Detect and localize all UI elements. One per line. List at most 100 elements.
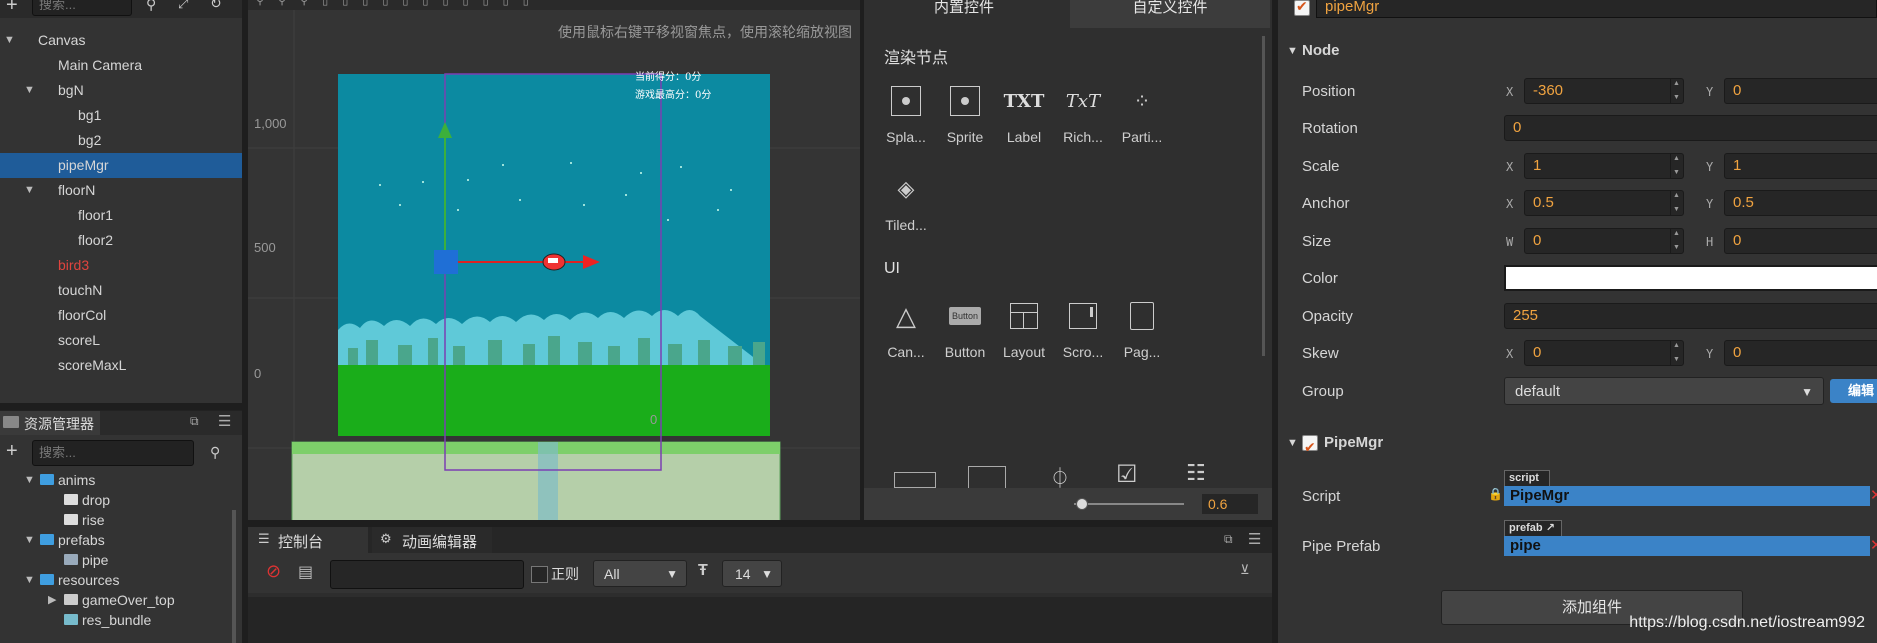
triangle-down-icon[interactable]: ▼ [4,28,15,53]
zoom-slider-track[interactable] [1074,503,1184,505]
rotation-field[interactable]: 0 [1504,115,1877,141]
panel-divider[interactable] [1272,0,1278,643]
search-icon[interactable]: ⚲ [146,0,156,13]
tree-node[interactable]: Main Camera [0,53,242,78]
asset-item[interactable]: drop [0,490,232,510]
regex-checkbox[interactable] [531,566,548,583]
widget-item[interactable]: Pag... [1112,298,1172,360]
position-x-field[interactable]: -360 [1524,78,1684,104]
tree-node[interactable]: floor2 [0,228,242,253]
widget-item[interactable]: Sprite [935,83,995,145]
add-asset-icon[interactable]: + [6,440,18,463]
assets-scrollbar[interactable] [232,510,236,643]
clear-icon[interactable]: ⊘ [266,561,281,582]
widget-item[interactable]: ⁘ Parti... [1112,83,1172,146]
clear-prefab-icon[interactable]: ✕ [1870,536,1877,554]
scene-tool-icons[interactable]: ⚲⚲⚲▯▯▯▯▯▯▯▯▯▯▯ [256,0,543,7]
widget-item[interactable]: Button Button [935,298,995,360]
triangle-down-icon[interactable]: ▼ [24,178,35,203]
asset-item[interactable]: rise [0,510,232,530]
tree-node[interactable]: floorCol [0,303,242,328]
tab-custom[interactable]: 自定义控件 [1070,0,1270,28]
node-active-checkbox[interactable] [1294,0,1310,16]
asset-item[interactable]: ▼ anims [0,470,232,490]
external-link-icon[interactable]: ↗ [1546,522,1555,534]
assets-search-input[interactable]: 搜索... [32,440,194,466]
size-h-field[interactable]: 0 [1724,228,1877,254]
togglegroup-icon[interactable]: ☷ [1186,460,1206,486]
tree-node[interactable]: scoreL [0,328,242,353]
component-header[interactable]: ▼ PipeMgr [1278,429,1877,461]
log-file-icon[interactable]: ▤ [298,562,313,582]
triangle-down-icon[interactable]: ▼ [24,470,35,490]
search-icon[interactable]: ⚲ [210,444,220,461]
opacity-field[interactable]: 255 [1504,303,1877,329]
tree-node[interactable]: pipeMgr [0,153,242,178]
tab-console[interactable]: ☰ 控制台 [248,527,368,553]
asset-item[interactable]: res_bundle [0,610,232,630]
group-edit-button[interactable]: 编辑 [1830,379,1877,403]
popout-icon[interactable]: ⧉ [1224,532,1233,547]
triangle-down-icon[interactable]: ▼ [24,530,35,550]
console-log-area[interactable] [248,597,1272,643]
widget-item[interactable]: Spla... [876,83,936,145]
panel-divider[interactable] [242,0,248,643]
expand-icon[interactable]: ⤢ [178,0,188,12]
size-w-field[interactable]: 0 [1524,228,1684,254]
anchor-y-field[interactable]: 0.5 [1724,190,1877,216]
node-section-header[interactable]: ▼ Node [1278,37,1877,65]
tree-node[interactable]: scoreMaxL [0,353,242,378]
group-select[interactable]: default ▼ [1504,377,1824,405]
pipe-prefab-asset-field[interactable]: pipe [1504,536,1870,556]
widget-item[interactable]: Layout [994,298,1054,360]
stepper[interactable] [1670,79,1683,103]
stepper[interactable] [1670,229,1683,253]
asset-item[interactable]: ▼ resources [0,570,232,590]
tree-node[interactable]: floor1 [0,203,242,228]
hierarchy-search-input[interactable]: 搜索... [32,0,132,16]
color-swatch[interactable] [1504,265,1877,291]
stepper[interactable] [1670,341,1683,365]
skew-x-field[interactable]: 0 [1524,340,1684,366]
tree-node[interactable]: bg1 [0,103,242,128]
widgets-scrollbar[interactable] [1262,36,1265,356]
menu-icon[interactable]: ☰ [218,412,231,430]
widget-item[interactable]: TxT Rich... [1053,83,1113,146]
stepper[interactable] [1670,154,1683,178]
triangle-down-icon[interactable]: ▼ [24,570,35,590]
slider-icon[interactable]: ⏀ [1050,462,1070,491]
zoom-slider-handle[interactable] [1076,498,1088,510]
stepper[interactable] [1670,191,1683,215]
tree-node[interactable]: ▼ floorN [0,178,242,203]
widget-item[interactable]: TXT Label [994,83,1054,146]
zoom-value-field[interactable]: 0.6 [1202,494,1258,514]
triangle-down-icon[interactable]: ▼ [24,78,35,103]
tree-node[interactable]: touchN [0,278,242,303]
refresh-icon[interactable]: ↻ [210,0,222,12]
menu-icon[interactable]: ☰ [1248,530,1261,548]
log-level-select[interactable]: All ▼ [593,560,687,587]
tree-node[interactable]: bird3 [0,253,242,278]
node-name-field[interactable]: pipeMgr [1316,0,1877,18]
console-filter-input[interactable] [330,560,524,589]
scene-viewport[interactable] [248,10,860,520]
position-y-field[interactable]: 0 [1724,78,1877,104]
add-node-icon[interactable]: + [6,0,18,17]
scale-x-field[interactable]: 1 [1524,153,1684,179]
widget-item[interactable]: Scro... [1053,298,1113,360]
tab-animation-editor[interactable]: ⚙ 动画编辑器 [372,527,492,553]
widget-item[interactable]: △ Can... [876,298,936,361]
tree-node[interactable]: ▼ bgN [0,78,242,103]
panel-divider[interactable] [860,0,864,520]
asset-item[interactable]: ▼ prefabs [0,530,232,550]
asset-item[interactable]: pipe [0,550,232,570]
collapse-icon[interactable]: ⊻ [1240,562,1250,578]
panel-divider[interactable] [248,520,1272,527]
anchor-x-field[interactable]: 0.5 [1524,190,1684,216]
progressbar-icon[interactable] [894,472,936,488]
script-asset-field[interactable]: PipeMgr [1504,486,1870,506]
skew-y-field[interactable]: 0 [1724,340,1877,366]
toggle-icon[interactable]: ☑ [1116,460,1138,489]
tree-node[interactable]: bg2 [0,128,242,153]
triangle-right-icon[interactable]: ▶ [48,590,56,610]
